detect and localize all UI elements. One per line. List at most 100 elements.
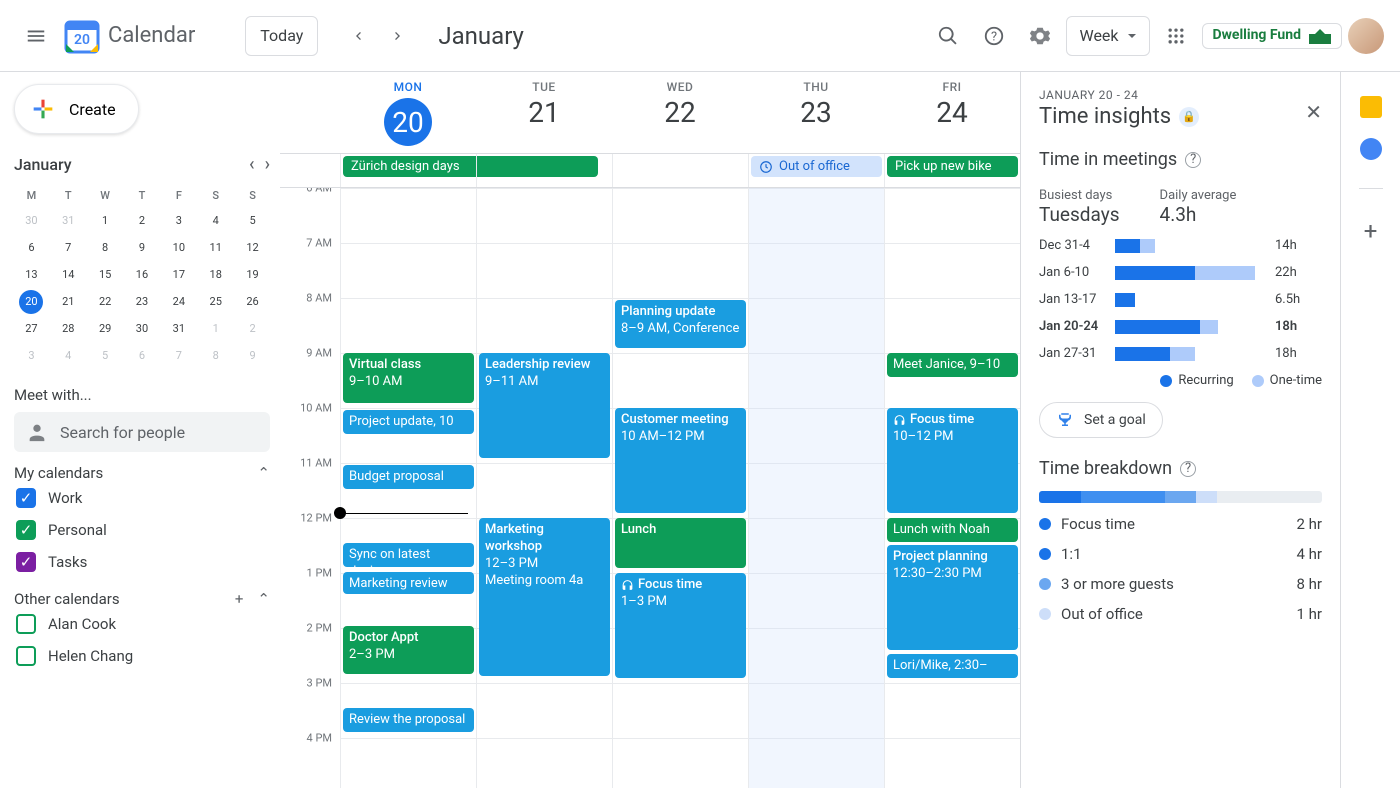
mini-day[interactable]: 10 bbox=[161, 235, 196, 260]
event[interactable]: Meet Janice, 9–10 bbox=[887, 353, 1018, 377]
event[interactable]: Sync on latest designs bbox=[343, 543, 474, 567]
add-icon[interactable]: + bbox=[1364, 217, 1378, 245]
event[interactable]: Lunch with Noah bbox=[887, 518, 1018, 542]
mini-day[interactable]: 23 bbox=[125, 289, 160, 314]
event[interactable]: Focus time10–12 PM bbox=[887, 408, 1018, 513]
event[interactable]: Project planning12:30–2:30 PM bbox=[887, 545, 1018, 650]
day-col-wed[interactable]: Planning update8–9 AM, Conference Custom… bbox=[612, 188, 748, 788]
mini-day[interactable]: 5 bbox=[235, 208, 270, 233]
mini-day[interactable]: 17 bbox=[161, 262, 196, 287]
mini-day[interactable]: 26 bbox=[235, 289, 270, 314]
event[interactable]: Focus time1–3 PM bbox=[615, 573, 746, 678]
allday-event[interactable]: Pick up new bike bbox=[887, 156, 1018, 177]
mini-day[interactable]: 14 bbox=[51, 262, 86, 287]
event[interactable]: Marketing workshop12–3 PMMeeting room 4a bbox=[479, 518, 610, 676]
mini-prev-icon[interactable]: ‹ bbox=[249, 154, 255, 175]
mini-next-icon[interactable]: › bbox=[265, 154, 270, 175]
event[interactable]: Lori/Mike, 2:30– bbox=[887, 654, 1018, 678]
mini-day[interactable]: 5 bbox=[88, 343, 123, 368]
calendar-item[interactable]: ✓Tasks bbox=[14, 546, 270, 578]
ooo-chip[interactable]: Out of office bbox=[751, 156, 882, 177]
mini-calendar[interactable]: MTWTFSS303112345678910111213141516171819… bbox=[14, 185, 270, 368]
next-icon[interactable] bbox=[378, 16, 418, 56]
day-col-thu[interactable] bbox=[748, 188, 884, 788]
event[interactable]: Planning update8–9 AM, Conference bbox=[615, 300, 746, 348]
event[interactable]: Virtual class9–10 AM bbox=[343, 353, 474, 403]
mini-day[interactable]: 8 bbox=[88, 235, 123, 260]
mini-day[interactable]: 16 bbox=[125, 262, 160, 287]
mini-day[interactable]: 6 bbox=[125, 343, 160, 368]
mini-day[interactable]: 2 bbox=[235, 316, 270, 341]
mini-day[interactable]: 7 bbox=[161, 343, 196, 368]
day-header[interactable]: WED22 bbox=[612, 72, 748, 153]
mini-day[interactable]: 2 bbox=[125, 208, 160, 233]
menu-icon[interactable] bbox=[16, 16, 56, 56]
mini-day[interactable]: 3 bbox=[161, 208, 196, 233]
today-button[interactable]: Today bbox=[245, 16, 318, 56]
mini-day[interactable]: 31 bbox=[161, 316, 196, 341]
event[interactable]: Customer meeting10 AM–12 PM bbox=[615, 408, 746, 513]
keep-icon[interactable] bbox=[1360, 96, 1382, 118]
event[interactable]: Doctor Appt2–3 PM bbox=[343, 626, 474, 674]
event[interactable]: Leadership review9–11 AM bbox=[479, 353, 610, 458]
tasks-icon[interactable] bbox=[1360, 138, 1382, 160]
calendar-item[interactable]: ✓Work bbox=[14, 482, 270, 514]
mini-day[interactable]: 7 bbox=[51, 235, 86, 260]
mini-day[interactable]: 15 bbox=[88, 262, 123, 287]
calendar-item[interactable]: ✓Personal bbox=[14, 514, 270, 546]
day-header[interactable]: THU23 bbox=[748, 72, 884, 153]
event[interactable]: Lunch bbox=[615, 518, 746, 568]
mini-day[interactable]: 24 bbox=[161, 289, 196, 314]
calendar-item[interactable]: Helen Chang bbox=[14, 640, 270, 672]
mini-day[interactable]: 4 bbox=[51, 343, 86, 368]
info-icon[interactable]: ? bbox=[1180, 461, 1196, 477]
day-col-fri[interactable]: Meet Janice, 9–10 Focus time10–12 PM Lun… bbox=[884, 188, 1020, 788]
info-icon[interactable]: ? bbox=[1185, 152, 1201, 168]
day-header[interactable]: MON20 bbox=[340, 72, 476, 153]
event[interactable]: Marketing review bbox=[343, 572, 474, 594]
mini-day[interactable]: 18 bbox=[198, 262, 233, 287]
day-col-mon[interactable]: Virtual class9–10 AM Project update, 10 … bbox=[340, 188, 476, 788]
create-button[interactable]: Create bbox=[14, 84, 139, 134]
mini-day[interactable]: 25 bbox=[198, 289, 233, 314]
mini-day[interactable]: 29 bbox=[88, 316, 123, 341]
mini-day[interactable]: 8 bbox=[198, 343, 233, 368]
mini-day[interactable]: 12 bbox=[235, 235, 270, 260]
collapse-icon[interactable]: ⌃ bbox=[257, 590, 270, 608]
event[interactable]: Budget proposal bbox=[343, 465, 474, 489]
mini-day[interactable]: 1 bbox=[198, 316, 233, 341]
calendar-item[interactable]: Alan Cook bbox=[14, 608, 270, 640]
event[interactable]: Review the proposal bbox=[343, 708, 474, 732]
mini-day[interactable]: 31 bbox=[51, 208, 86, 233]
mini-day[interactable]: 13 bbox=[14, 262, 49, 287]
mini-day[interactable]: 9 bbox=[125, 235, 160, 260]
add-calendar-icon[interactable]: + bbox=[235, 590, 244, 608]
set-goal-button[interactable]: Set a goal bbox=[1039, 402, 1163, 438]
mini-day[interactable]: 22 bbox=[88, 289, 123, 314]
event[interactable]: Project update, 10 bbox=[343, 410, 474, 434]
search-icon[interactable] bbox=[928, 16, 968, 56]
mini-day[interactable]: 6 bbox=[14, 235, 49, 260]
view-select[interactable]: Week bbox=[1066, 16, 1149, 56]
mini-day[interactable]: 28 bbox=[51, 316, 86, 341]
close-icon[interactable]: ✕ bbox=[1305, 100, 1322, 124]
day-header[interactable]: FRI24 bbox=[884, 72, 1020, 153]
day-col-tue[interactable]: Leadership review9–11 AM Marketing works… bbox=[476, 188, 612, 788]
mini-day[interactable]: 11 bbox=[198, 235, 233, 260]
mini-day[interactable]: 21 bbox=[51, 289, 86, 314]
avatar[interactable] bbox=[1348, 18, 1384, 54]
mini-day[interactable]: 30 bbox=[14, 208, 49, 233]
help-icon[interactable]: ? bbox=[974, 16, 1014, 56]
mini-day[interactable]: 3 bbox=[14, 343, 49, 368]
mini-day[interactable]: 20 bbox=[19, 290, 43, 314]
mini-day[interactable]: 1 bbox=[88, 208, 123, 233]
day-header[interactable]: TUE21 bbox=[476, 72, 612, 153]
mini-day[interactable]: 9 bbox=[235, 343, 270, 368]
mini-day[interactable]: 4 bbox=[198, 208, 233, 233]
apps-icon[interactable] bbox=[1156, 16, 1196, 56]
prev-icon[interactable] bbox=[338, 16, 378, 56]
mini-day[interactable]: 30 bbox=[125, 316, 160, 341]
search-people-input[interactable]: Search for people bbox=[14, 412, 270, 452]
mini-day[interactable]: 19 bbox=[235, 262, 270, 287]
settings-icon[interactable] bbox=[1020, 16, 1060, 56]
